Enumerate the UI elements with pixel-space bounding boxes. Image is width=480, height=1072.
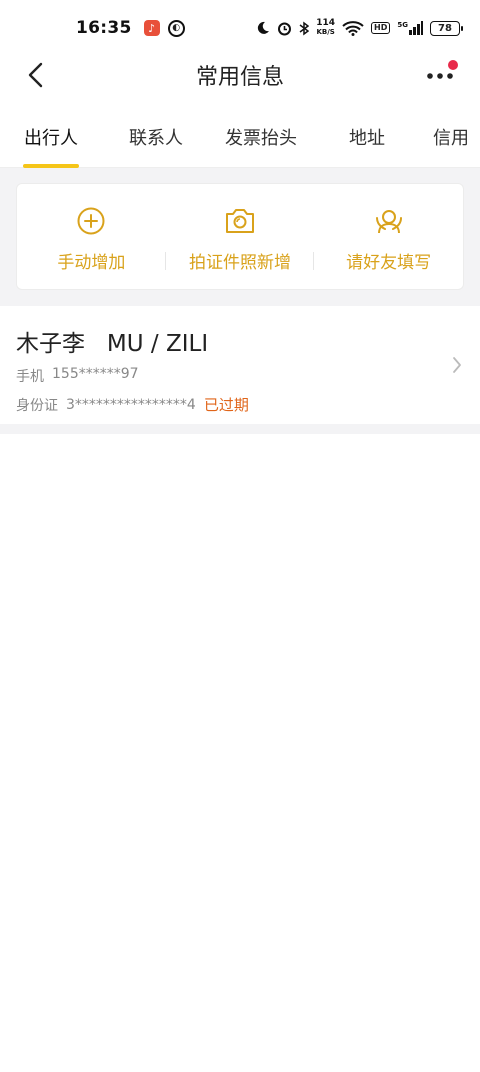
traveler-phone-line: 手机 155******97 (16, 366, 464, 386)
tab-label: 发票抬头 (225, 128, 297, 149)
signal-bars-icon (409, 21, 423, 35)
moon-icon (258, 21, 270, 34)
status-time: 16:35 (76, 18, 132, 38)
plus-circle-icon (77, 207, 105, 235)
action-label: 请好友填写 (346, 253, 432, 273)
bluetooth-icon (299, 21, 310, 35)
tab-contacts[interactable]: 联系人 (129, 110, 183, 168)
friend-icon (375, 210, 402, 234)
battery-indicator: 78 (430, 20, 463, 36)
tab-invoice-title[interactable]: 发票抬头 (225, 110, 297, 168)
signal-indicator: 5G (397, 21, 423, 35)
phone-value: 155******97 (52, 366, 139, 382)
invite-friend-fill-button[interactable]: 请好友填写 (314, 184, 463, 289)
more-button[interactable] (420, 60, 460, 90)
action-label: 拍证件照新增 (189, 253, 291, 273)
tab-label: 信用 (433, 128, 469, 149)
back-button[interactable] (20, 60, 50, 90)
id-label: 身份证 (16, 397, 58, 414)
traveler-name: 木子李 MU / ZILI (16, 331, 209, 357)
tab-travelers[interactable]: 出行人 (23, 110, 79, 168)
more-dots-icon (427, 73, 453, 79)
alarm-icon (278, 22, 292, 35)
scan-id-add-button[interactable]: 拍证件照新增 (166, 184, 315, 289)
traveler-list-item[interactable]: 木子李 MU / ZILI 手机 155******97 身份证 3******… (0, 306, 480, 424)
manual-add-button[interactable]: 手动增加 (17, 184, 166, 289)
status-bar: 16:35 ♪ ◐ 114 KB/S HD 5G 78 (0, 0, 480, 56)
phone-label: 手机 (16, 369, 44, 385)
tab-label: 地址 (349, 128, 385, 149)
hd-badge: HD (371, 22, 391, 34)
tab-credit[interactable]: 信用 (433, 110, 469, 168)
notification-dot (448, 60, 458, 70)
tab-label: 出行人 (24, 128, 78, 149)
chevron-right-icon (453, 357, 461, 373)
tab-address[interactable]: 地址 (349, 110, 385, 168)
wifi-icon (342, 20, 364, 36)
tab-bar: 出行人 联系人 发票抬头 地址 信用 (0, 110, 480, 168)
net-speed: 114 KB/S (316, 18, 336, 37)
id-value: 3****************4 (66, 396, 196, 413)
status-app-icons: ♪ ◐ (143, 19, 185, 37)
expired-status: 已过期 (203, 396, 249, 414)
notification-app-icon: ◐ (167, 19, 185, 37)
nav-bar: 常用信息 (0, 52, 480, 98)
page-title: 常用信息 (195, 65, 284, 90)
tab-label: 联系人 (129, 128, 183, 149)
status-indicators: 114 KB/S HD 5G 78 (256, 18, 463, 37)
back-arrow-icon (28, 62, 43, 88)
add-traveler-card: 手动增加 拍证件照新增 请好友填写 (16, 183, 464, 290)
traveler-id-line: 身份证 3****************4 已过期 (16, 394, 464, 415)
music-app-icon: ♪ (143, 20, 160, 36)
action-label: 手动增加 (57, 253, 126, 273)
camera-icon (226, 209, 254, 233)
